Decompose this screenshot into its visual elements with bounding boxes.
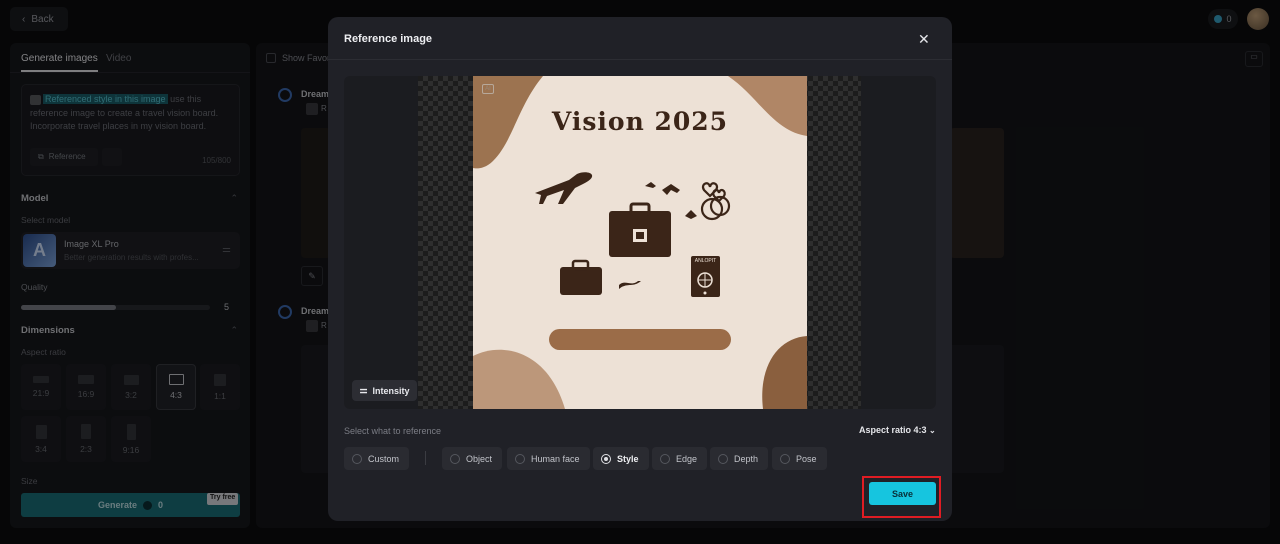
intensity-button[interactable]: ⚌ Intensity xyxy=(352,380,417,401)
dialog-title: Reference image xyxy=(344,33,433,45)
option-divider xyxy=(425,451,426,465)
ai-badge: AI xyxy=(482,84,494,94)
chevron-down-icon: ⌄ xyxy=(929,426,936,435)
poster-title: Vision 2025 xyxy=(551,107,729,136)
radio-icon xyxy=(515,453,525,464)
option-custom[interactable]: Custom xyxy=(344,447,410,470)
image-preview: AI Vision 2025 ANLOPIT ⚌ Intensity xyxy=(344,76,936,409)
radio-selected-icon xyxy=(601,453,611,464)
reference-image: AI Vision 2025 ANLOPIT xyxy=(473,76,807,409)
save-button[interactable]: Save xyxy=(869,482,936,505)
intensity-label: Intensity xyxy=(372,385,410,396)
option-label: Depth xyxy=(734,453,759,464)
radio-icon xyxy=(450,453,460,464)
reference-type-label: Select what to reference xyxy=(344,426,442,436)
option-label: Pose xyxy=(796,453,817,464)
radio-icon xyxy=(660,453,670,464)
option-label: Object xyxy=(466,453,493,464)
option-label: Edge xyxy=(676,453,698,464)
aspect-ratio-value: Aspect ratio 4:3 xyxy=(859,425,927,435)
option-human-face[interactable]: Human face xyxy=(507,447,590,470)
aspect-ratio-dropdown[interactable]: Aspect ratio 4:3 ⌄ xyxy=(859,425,936,435)
option-label: Custom xyxy=(368,453,400,464)
option-object[interactable]: Object xyxy=(442,447,503,470)
close-icon[interactable]: ✕ xyxy=(918,31,930,48)
radio-icon xyxy=(780,453,790,464)
option-label: Human face xyxy=(531,453,580,464)
reference-image-dialog: Reference image ✕ AI Vision 2025 ANLOPIT… xyxy=(328,17,952,521)
passport-text: ANLOPIT xyxy=(694,258,717,264)
dialog-divider xyxy=(328,59,952,60)
option-label: Style xyxy=(617,453,639,464)
option-depth[interactable]: Depth xyxy=(710,447,769,470)
radio-icon xyxy=(718,453,728,464)
option-pose[interactable]: Pose xyxy=(772,447,827,470)
radio-icon xyxy=(352,453,362,464)
option-edge[interactable]: Edge xyxy=(652,447,708,470)
sliders-icon: ⚌ xyxy=(359,385,368,395)
option-style[interactable]: Style xyxy=(593,447,649,470)
